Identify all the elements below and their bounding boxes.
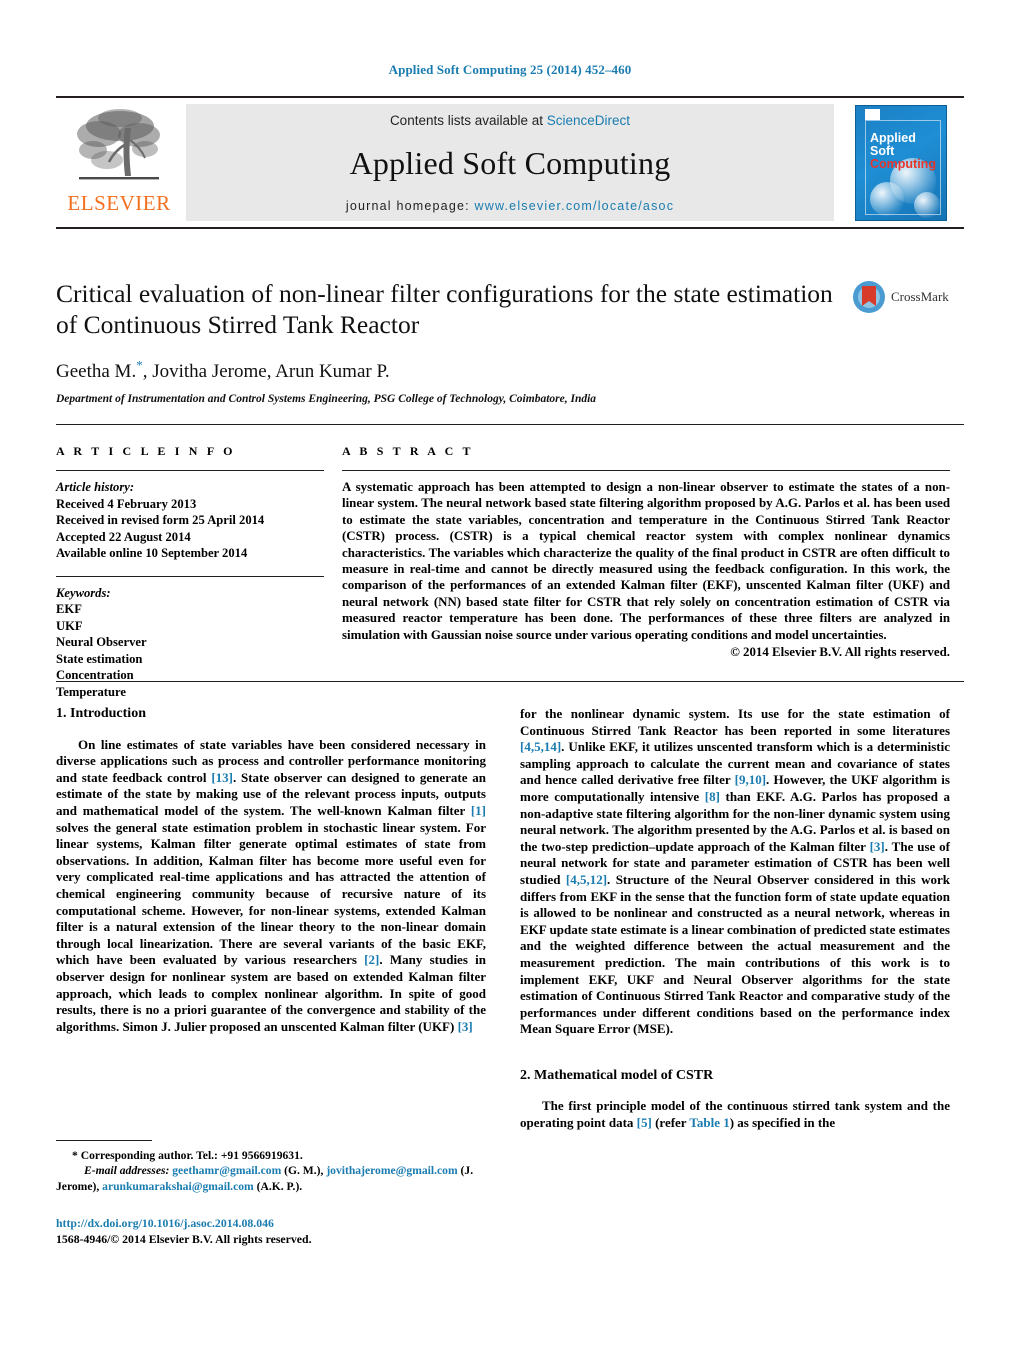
section-heading-introduction: 1. Introduction — [56, 706, 146, 721]
corresponding-author-text: Corresponding author. Tel.: +91 95669196… — [77, 1149, 303, 1162]
authors-names: Geetha M.*, Jovitha Jerome, Arun Kumar P… — [56, 358, 390, 383]
keyword-item: UKF — [56, 618, 83, 633]
citation-ref[interactable]: [5] — [637, 1115, 652, 1130]
journal-cover-image: Applied Soft Computing — [855, 104, 947, 221]
journal-article-page: Applied Soft Computing 25 (2014) 452–460 — [0, 0, 1020, 1351]
affiliation: Department of Instrumentation and Contro… — [56, 393, 597, 406]
math-text-c: ) as specified in the — [729, 1115, 836, 1131]
author-list: Geetha M.*, Jovitha Jerome, Arun Kumar P… — [56, 358, 964, 383]
article-history-item: Accepted 22 August 2014 — [56, 529, 191, 544]
keywords-label: Keywords: — [56, 585, 111, 600]
contents-prefix: Contents lists available at — [389, 113, 547, 128]
article-history-label: Article history: — [56, 480, 135, 494]
body-column-left: 1. Introduction On line estimates of sta… — [56, 706, 486, 1035]
intro-text-e: for the nonlinear dynamic system. Its us… — [520, 706, 950, 738]
article-info-column: A R T I C L E I N F O Article history: R… — [56, 444, 324, 700]
title-zone: CrossMark Critical evaluation of non-lin… — [56, 278, 964, 405]
article-history-item: Received 4 February 2013 — [56, 496, 197, 511]
citation-ref[interactable]: [3] — [458, 1019, 473, 1034]
journal-homepage-line: journal homepage: www.elsevier.com/locat… — [346, 199, 674, 213]
doi-link[interactable]: http://dx.doi.org/10.1016/j.asoc.2014.08… — [56, 1216, 486, 1232]
crossmark-badge[interactable]: CrossMark — [852, 280, 964, 314]
article-info-heading: A R T I C L E I N F O — [56, 444, 236, 458]
corresponding-author-note: * Corresponding author. Tel.: +91 956691… — [56, 1148, 486, 1163]
cover-title-line-1: Applied — [870, 130, 916, 145]
abstract-body: A systematic approach has been attempted… — [342, 480, 950, 642]
citation-ref[interactable]: [1] — [471, 803, 486, 818]
elsevier-logo: ELSEVIER — [56, 98, 182, 227]
homepage-label: journal homepage: — [345, 199, 470, 213]
cover-title-line-3: Computing — [870, 156, 936, 171]
journal-cover-block: Applied Soft Computing — [838, 98, 964, 227]
citation-ref[interactable]: [4,5,12] — [566, 872, 607, 887]
cover-publisher-mark-icon — [865, 108, 880, 120]
citation-ref[interactable]: [3] — [870, 839, 885, 854]
journal-banner: Contents lists available at ScienceDirec… — [186, 104, 834, 221]
citation-ref[interactable]: [8] — [705, 789, 720, 804]
citation-ref[interactable]: [13] — [211, 770, 233, 785]
email-link-3[interactable]: arunkumarakshai@gmail.com — [102, 1180, 254, 1193]
crossmark-icon — [853, 281, 885, 313]
email-link-2[interactable]: jovithajerome@gmail.com — [326, 1164, 457, 1177]
intro-text-j: . Structure of the Neural Observer consi… — [520, 871, 950, 1037]
homepage-url[interactable]: www.elsevier.com/locate/asoc — [475, 199, 675, 213]
abstract-copyright: © 2014 Elsevier B.V. All rights reserved… — [730, 645, 950, 660]
introduction-paragraph-part-1: On line estimates of state variables hav… — [56, 737, 486, 1036]
intro-text-c: solves the general state estimation prob… — [56, 819, 486, 968]
email-addresses-label: E-mail addresses: — [84, 1164, 170, 1178]
footnote-block: * Corresponding author. Tel.: +91 956691… — [56, 1140, 486, 1194]
math-model-paragraph: The first principle model of the continu… — [520, 1098, 950, 1131]
page-title: Critical evaluation of non-linear filter… — [56, 279, 833, 339]
citation-ref[interactable]: [2] — [364, 952, 379, 967]
keyword-item: Neural Observer — [56, 635, 147, 649]
article-history-item: Available online 10 September 2014 — [56, 546, 248, 560]
math-text-b: (refer — [651, 1115, 690, 1131]
article-info-rule — [56, 470, 324, 471]
elsevier-wordmark: ELSEVIER — [67, 191, 171, 215]
journal-title: Applied Soft Computing — [349, 145, 671, 181]
table-link[interactable]: Table 1 — [689, 1115, 729, 1130]
divider-below-abstract — [56, 681, 964, 682]
crossmark-label: CrossMark — [891, 289, 949, 304]
elsevier-tree-icon — [77, 109, 160, 180]
abstract-heading: A B S T R A C T — [342, 444, 474, 458]
running-head: Applied Soft Computing 25 (2014) 452–460 — [388, 62, 632, 77]
keywords-rule — [56, 575, 324, 577]
body-column-right: for the nonlinear dynamic system. Its us… — [520, 706, 950, 1132]
email-owner-1: (G. M.), — [281, 1164, 327, 1178]
issn-copyright-line: 1568-4946/© 2014 Elsevier B.V. All right… — [56, 1231, 312, 1246]
doi-block: http://dx.doi.org/10.1016/j.asoc.2014.08… — [56, 1216, 486, 1247]
keyword-item: Temperature — [56, 684, 126, 699]
cover-title-line-2: Soft — [870, 143, 895, 158]
journal-masthead: ELSEVIER Contents lists available at Sci… — [56, 96, 964, 229]
keyword-item: State estimation — [56, 651, 143, 666]
footnote-rule — [56, 1140, 152, 1141]
email-link-1[interactable]: geethamr@gmail.com — [172, 1164, 281, 1177]
section-heading-mathematical-model: 2. Mathematical model of CSTR — [520, 1067, 714, 1083]
divider-above-article-info — [56, 424, 964, 425]
citation-ref[interactable]: [4,5,14] — [520, 739, 561, 754]
keyword-item: EKF — [56, 602, 82, 616]
sciencedirect-link[interactable]: ScienceDirect — [547, 113, 630, 128]
abstract-column: A B S T R A C T A systematic approach ha… — [342, 444, 950, 660]
email-addresses-line: E-mail addresses: geethamr@gmail.com (G.… — [56, 1163, 486, 1194]
corresponding-author-marker: * — [136, 358, 143, 373]
introduction-paragraph-part-2: for the nonlinear dynamic system. Its us… — [520, 706, 950, 1038]
abstract-rule — [342, 470, 950, 471]
email-owner-3: (A.K. P.). — [253, 1179, 303, 1193]
contents-available-line: Contents lists available at ScienceDirec… — [390, 113, 630, 128]
citation-ref[interactable]: [9,10] — [735, 772, 766, 787]
article-history-item: Received in revised form 25 April 2014 — [56, 513, 265, 527]
